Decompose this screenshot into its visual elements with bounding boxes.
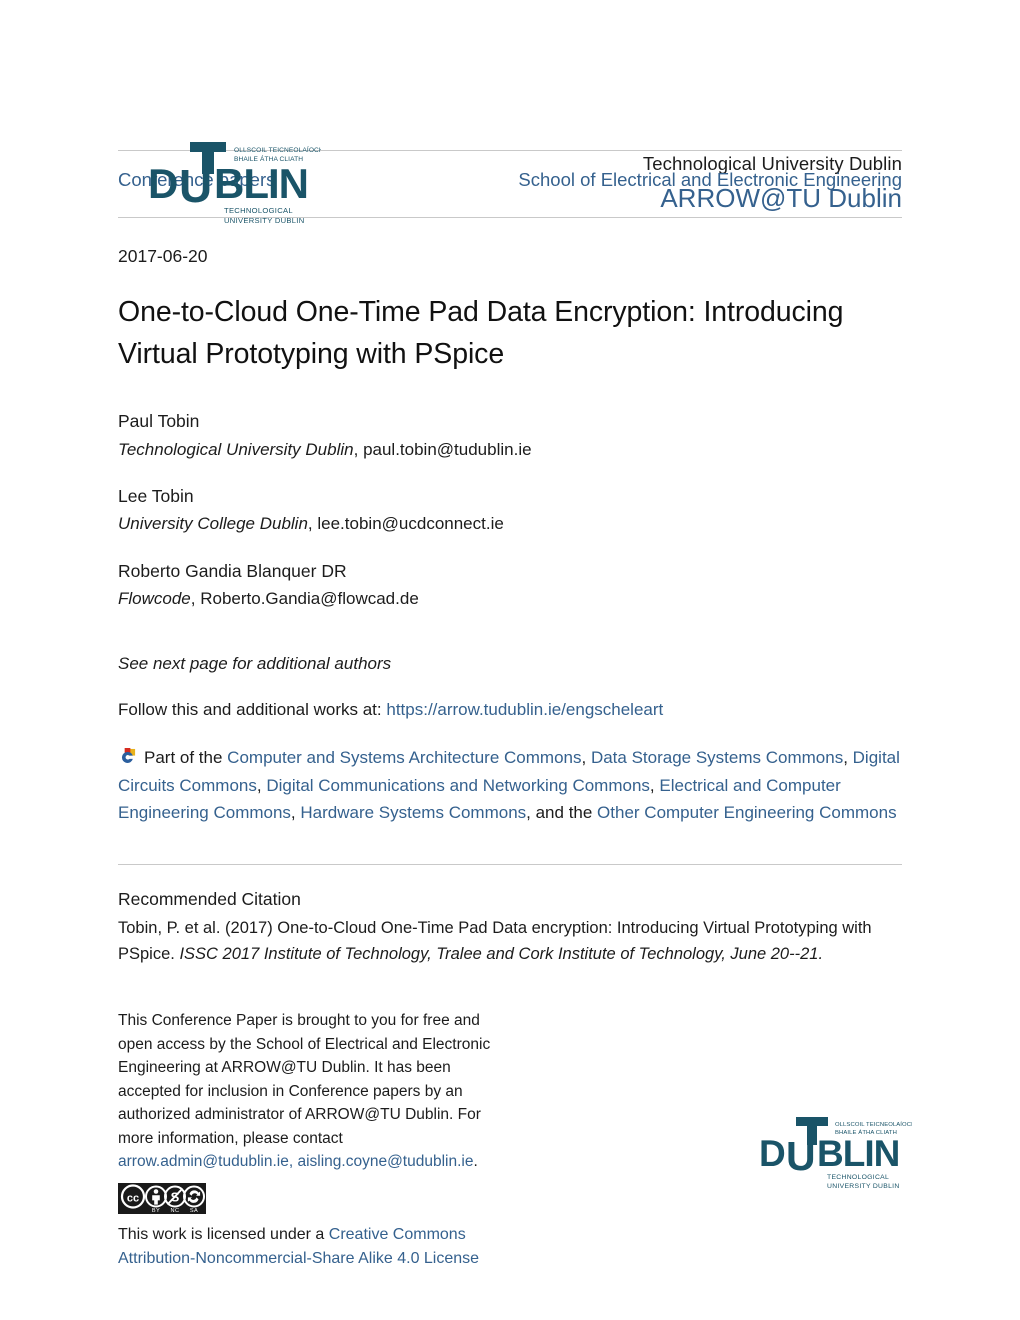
svg-text:BY: BY (152, 1208, 160, 1214)
svg-text:BHAILE ÁTHA CLIATH: BHAILE ÁTHA CLIATH (234, 154, 303, 163)
affiliation-institution: Flowcode (118, 589, 191, 609)
author-entry: Paul Tobin Technological University Dubl… (118, 408, 902, 462)
author-list: Paul Tobin Technological University Dubl… (118, 408, 902, 611)
svg-text:D: D (759, 1133, 785, 1174)
access-notice: This Conference Paper is brought to you … (118, 1009, 508, 1174)
see-next-page-note: See next page for additional authors (118, 653, 392, 673)
contact-email-secondary[interactable]: aisling.coyne@tudublin.ie (297, 1153, 473, 1170)
divider-citation (118, 863, 902, 865)
follow-url-link[interactable]: https://arrow.tudublin.ie/engscheleart (386, 700, 663, 719)
affiliation-institution: University College Dublin (118, 514, 308, 534)
author-email: Roberto.Gandia@flowcad.de (200, 589, 419, 609)
svg-text:BHAILE ÁTHA CLIATH: BHAILE ÁTHA CLIATH (835, 1129, 897, 1136)
series-school-link[interactable]: School of Electrical and Electronic Engi… (518, 169, 902, 191)
commons-sep: , (256, 775, 267, 795)
author-affiliation: Technological University Dublin, paul.to… (118, 439, 532, 459)
tu-dublin-footer-logo: D U BLIN OLLSCOIL TEICNEOLAÍOCHTA BHAILE… (757, 1115, 912, 1191)
author-email: lee.tobin@ucdconnect.ie (317, 514, 504, 534)
svg-text:NC: NC (171, 1208, 180, 1214)
recommended-citation: Recommended Citation Tobin, P. et al. (2… (118, 886, 902, 967)
document-page: D U BLIN OLLSCOIL TEICNEOLAÍOCHTA BHAILE… (0, 0, 1020, 1320)
commons-sep: , (581, 748, 591, 768)
svg-text:OLLSCOIL TEICNEOLAÍOCHTA: OLLSCOIL TEICNEOLAÍOCHTA (835, 1121, 912, 1128)
commons-link-hardware-systems[interactable]: Hardware Systems Commons (300, 803, 526, 822)
affiliation-institution: Technological University Dublin (118, 439, 354, 459)
commons-disciplines: Part of the Computer and Systems Archite… (118, 744, 902, 827)
author-name: Roberto Gandia Blanquer DR (118, 560, 347, 581)
follow-works-line: Follow this and additional works at: htt… (118, 697, 902, 723)
citation-source: ISSC 2017 Institute of Technology, Trale… (179, 944, 824, 963)
svg-text:UNIVERSITY DUBLIN: UNIVERSITY DUBLIN (827, 1183, 900, 1190)
license-prefix: This work is licensed under a (118, 1225, 329, 1243)
author-name: Lee Tobin (118, 486, 194, 507)
masthead: D U BLIN OLLSCOIL TEICNEOLAÍOCHTA BHAILE… (118, 0, 902, 225)
citation-text: Tobin, P. et al. (2017) One-to-Cloud One… (118, 916, 902, 967)
license-statement: This work is licensed under a Creative C… (118, 1223, 518, 1271)
commons-link-computer-systems-architecture[interactable]: Computer and Systems Architecture Common… (227, 748, 581, 767)
footer: This Conference Paper is brought to you … (118, 1009, 912, 1271)
svg-text:U: U (786, 1133, 816, 1179)
author-entry: Lee Tobin University College Dublin, lee… (118, 483, 902, 537)
svg-text:BLIN: BLIN (214, 160, 308, 207)
commons-conjunction: , and the (526, 803, 598, 823)
commons-link-digital-communications-networking[interactable]: Digital Communications and Networking Co… (266, 776, 650, 795)
commons-sep: , (843, 748, 853, 768)
svg-text:BLIN: BLIN (817, 1133, 899, 1174)
citation-heading: Recommended Citation (118, 888, 301, 909)
tu-dublin-logo: D U BLIN OLLSCOIL TEICNEOLAÍOCHTA BHAILE… (146, 140, 321, 226)
author-affiliation: Flowcode, Roberto.Gandia@flowcad.de (118, 589, 419, 609)
commons-sep: , (649, 775, 660, 795)
author-entry: Roberto Gandia Blanquer DR Flowcode, Rob… (118, 558, 902, 612)
svg-text:OLLSCOIL TEICNEOLAÍOCHTA: OLLSCOIL TEICNEOLAÍOCHTA (234, 145, 321, 154)
notice-period: . (473, 1153, 478, 1171)
digital-commons-icon (118, 748, 137, 767)
svg-text:SA: SA (190, 1208, 198, 1214)
svg-text:cc: cc (127, 1192, 139, 1204)
contact-email-primary[interactable]: arrow.admin@tudublin.ie, (118, 1153, 293, 1170)
svg-text:D: D (148, 160, 177, 207)
page-title: One-to-Cloud One-Time Pad Data Encryptio… (118, 296, 844, 371)
svg-text:UNIVERSITY DUBLIN: UNIVERSITY DUBLIN (224, 216, 305, 225)
follow-label: Follow this and additional works at: (118, 699, 387, 719)
commons-sep: , (290, 803, 301, 823)
commons-prefix: Part of the (144, 748, 228, 768)
access-notice-body: This Conference Paper is brought to you … (118, 1012, 491, 1147)
author-email: paul.tobin@tudublin.ie (363, 439, 532, 459)
author-affiliation: University College Dublin, lee.tobin@ucd… (118, 514, 504, 534)
creative-commons-badge-icon[interactable]: cc BY S NC SA (118, 1182, 206, 1214)
commons-link-data-storage-systems[interactable]: Data Storage Systems Commons (591, 748, 843, 767)
svg-text:TECHNOLOGICAL: TECHNOLOGICAL (827, 1174, 889, 1181)
commons-link-other-computer-engineering[interactable]: Other Computer Engineering Commons (597, 803, 897, 822)
svg-text:U: U (179, 160, 212, 212)
author-name: Paul Tobin (118, 411, 200, 432)
svg-text:TECHNOLOGICAL: TECHNOLOGICAL (224, 206, 293, 215)
